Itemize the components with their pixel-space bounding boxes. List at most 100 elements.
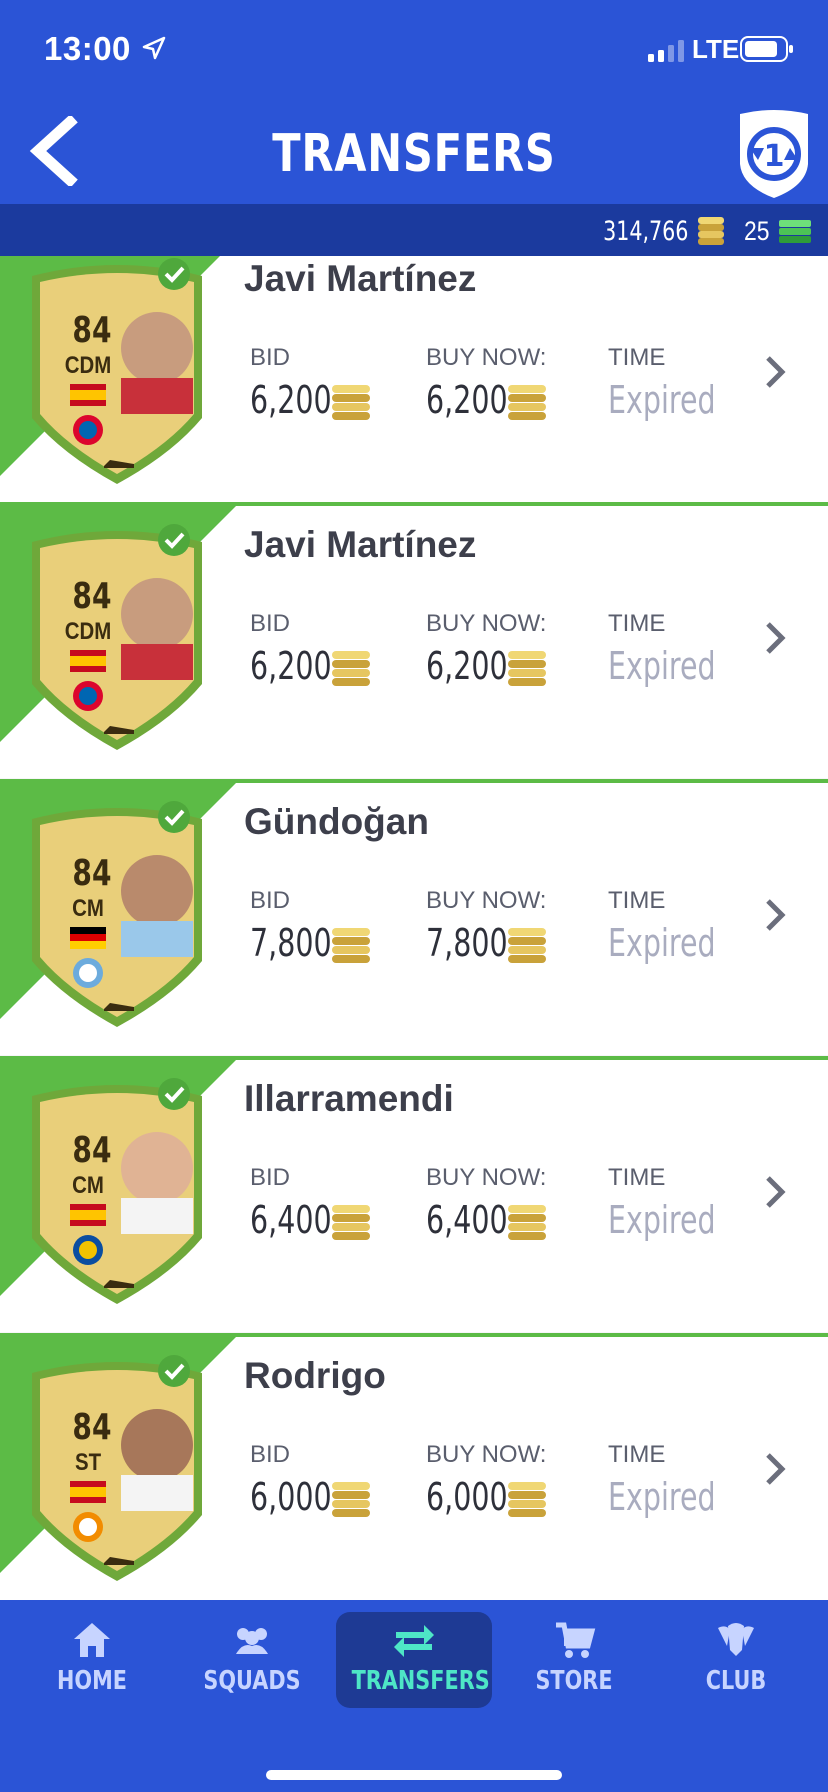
time-label: TIME [608, 344, 666, 371]
card-frame [32, 524, 202, 750]
tab-label: CLUB [705, 1666, 767, 1696]
time-value: Expired [608, 1475, 716, 1519]
coins-icon [332, 385, 370, 420]
time-label: TIME [608, 1164, 666, 1191]
tab-club[interactable]: CLUB [658, 1612, 814, 1708]
list-item[interactable]: 84 CDM Javi Martínez BID BUY NOW: TIME 6… [0, 256, 828, 512]
bid-value: 6,000 [250, 1475, 332, 1519]
tab-home[interactable]: HOME [14, 1612, 170, 1708]
back-icon[interactable] [28, 116, 88, 186]
transfers-icon [394, 1625, 434, 1657]
tab-store[interactable]: STORE [496, 1612, 652, 1708]
signal-icon [648, 40, 684, 62]
player-rating: 84 [72, 310, 112, 351]
time-value: Expired [608, 644, 716, 688]
card-frame [32, 1078, 202, 1304]
coins-icon [332, 1482, 370, 1517]
svg-text:1: 1 [764, 139, 785, 174]
boot-icon [104, 1280, 134, 1288]
chevron-right-icon[interactable] [760, 352, 790, 392]
bid-label: BID [250, 1164, 291, 1191]
player-position: CDM [64, 352, 112, 379]
tab-label: HOME [57, 1666, 127, 1696]
boot-icon [104, 726, 134, 734]
tab-label: TRANSFERS [351, 1666, 490, 1696]
coins-icon [508, 385, 546, 420]
coins-icon [332, 928, 370, 963]
player-rating: 84 [72, 1130, 112, 1171]
player-card: 84 CM [22, 1078, 212, 1308]
coins-icon [508, 1482, 546, 1517]
cart-icon [556, 1622, 596, 1658]
buy-now-label: BUY NOW: [426, 1164, 547, 1191]
bid-value: 6,200 [250, 378, 332, 422]
player-name: Rodrigo [244, 1355, 386, 1396]
player-rating: 84 [72, 853, 112, 894]
club-badge-icon [73, 415, 103, 445]
tab-squads[interactable]: SQUADS [174, 1612, 330, 1708]
player-name: Javi Martínez [244, 524, 477, 565]
list-item[interactable]: 84 CDM Javi Martínez BID BUY NOW: TIME 6… [0, 502, 828, 778]
currency-bar: 314,766 25 [0, 204, 828, 256]
bid-value: 7,800 [250, 921, 332, 965]
nation-flag-icon [70, 927, 106, 949]
club-badge-icon [73, 1235, 103, 1265]
coins-icon [698, 217, 724, 245]
buy-now-value: 7,800 [426, 921, 508, 965]
coins-icon [508, 928, 546, 963]
coins-icon [332, 1205, 370, 1240]
player-card: 84 CM [22, 801, 212, 1031]
card-frame [32, 801, 202, 1027]
buy-now-label: BUY NOW: [426, 344, 547, 371]
player-name: Illarramendi [244, 1078, 454, 1119]
bottom-tab-bar: HOME SQUADS TRANSFERS STORE CLUB [0, 1600, 828, 1792]
buy-now-value: 6,000 [426, 1475, 508, 1519]
card-frame [32, 258, 202, 484]
buy-now-value: 6,200 [426, 378, 508, 422]
buy-now-label: BUY NOW: [426, 1441, 547, 1468]
network-type: LTE [692, 34, 740, 64]
boot-icon [104, 460, 134, 468]
page-title: TRANSFERS [272, 124, 556, 184]
buy-now-label: BUY NOW: [426, 887, 547, 914]
time-value: Expired [608, 1198, 716, 1242]
club-badge-icon [73, 681, 103, 711]
tab-transfers[interactable]: TRANSFERS [336, 1612, 492, 1708]
chevron-right-icon[interactable] [760, 1449, 790, 1489]
tab-label: STORE [535, 1666, 613, 1696]
list-item[interactable]: 84 CM Illarramendi BID BUY NOW: TIME 6,4… [0, 1056, 828, 1332]
chevron-right-icon[interactable] [760, 895, 790, 935]
bid-label: BID [250, 887, 291, 914]
chevron-right-icon[interactable] [760, 618, 790, 658]
coins-icon [332, 651, 370, 686]
bid-value: 6,200 [250, 644, 332, 688]
player-name: Javi Martínez [244, 258, 477, 299]
coins-icon [508, 1205, 546, 1240]
battery-icon [740, 36, 793, 62]
player-name: Gündoğan [244, 801, 429, 842]
points-balance: 25 [744, 216, 770, 246]
buy-now-value: 6,200 [426, 644, 508, 688]
time-value: Expired [608, 378, 716, 422]
list-item[interactable]: 84 CM Gündoğan BID BUY NOW: TIME 7,800 7… [0, 779, 828, 1055]
bid-value: 6,400 [250, 1198, 332, 1242]
points-icon [779, 220, 811, 243]
nav-header: TRANSFERS 1 [0, 100, 828, 204]
buy-now-label: BUY NOW: [426, 610, 547, 637]
player-position: CM [72, 1172, 104, 1199]
time-label: TIME [608, 610, 666, 637]
boot-icon [104, 1557, 134, 1565]
coins-balance: 314,766 [602, 216, 688, 247]
tab-label: SQUADS [203, 1666, 301, 1696]
location-arrow-icon [142, 36, 166, 60]
player-card: 84 ST [22, 1355, 212, 1585]
list-item[interactable]: 84 ST Rodrigo BID BUY NOW: TIME 6,000 6,… [0, 1333, 828, 1600]
time-label: TIME [608, 887, 666, 914]
club-icon [718, 1623, 754, 1656]
nation-flag-icon [70, 1204, 106, 1226]
chevron-right-icon[interactable] [760, 1172, 790, 1212]
player-position: ST [74, 1449, 102, 1476]
coins-icon [508, 651, 546, 686]
transfer-list: 84 CDM Javi Martínez BID BUY NOW: TIME 6… [0, 256, 828, 1600]
objectives-badge-icon[interactable]: 1 [736, 108, 812, 200]
